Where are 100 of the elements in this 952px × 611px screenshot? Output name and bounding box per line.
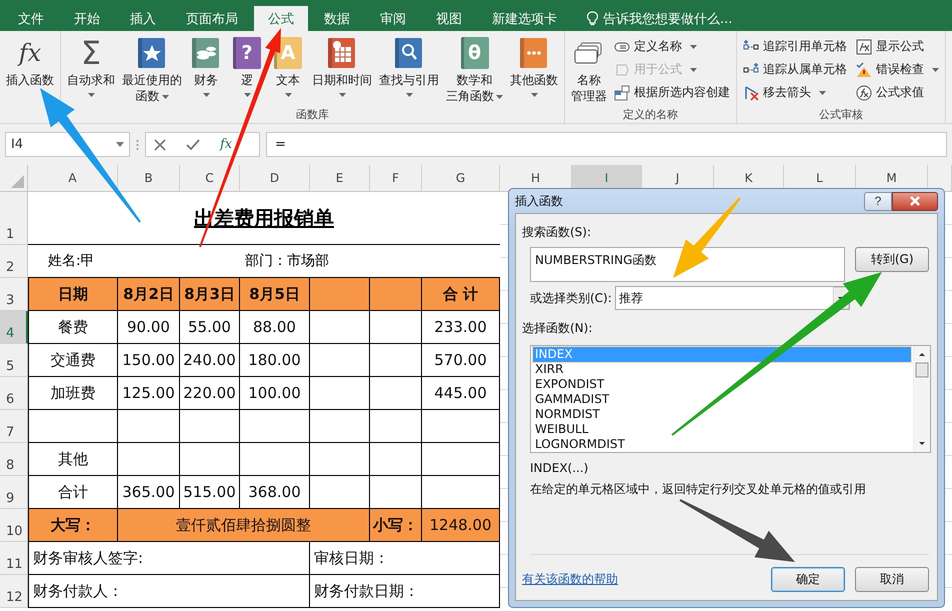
function-list[interactable]: INDEX XIRR EXPONDIST GAMMADIST NORMDIST WEIBULL LOGNORMDIST [530,345,931,453]
column-header[interactable]: C [180,165,240,192]
row-header[interactable]: 7 [0,410,28,443]
ribbon-tab[interactable]: 公式 [254,6,308,31]
department-text: 部门：市场部 [245,252,329,270]
column-header[interactable]: E [310,165,370,192]
ribbon-button[interactable]: 追踪引用单元格 [740,35,850,58]
ribbon-button[interactable]: 名称 管理器 [568,35,610,107]
empty-cell [118,443,180,476]
table-cell: 8月5日 [240,278,310,311]
ribbon-tab[interactable]: 文件 [4,6,58,31]
formula-field[interactable]: = [266,132,947,157]
ribbon-tab[interactable]: 数据 [310,6,364,31]
insert-function-button[interactable]: fx [220,137,232,152]
ribbon-button[interactable]: ? 逻 [227,35,267,107]
row-header[interactable]: 5 [0,344,28,377]
name-text: 姓名:甲 [48,252,95,270]
column-header[interactable]: G [422,165,500,192]
list-item[interactable]: LOGNORMDIST [533,437,911,452]
list-item[interactable]: XIRR [533,362,911,377]
formula-sheet-icon [856,38,872,54]
column-header[interactable]: A [28,165,118,192]
check-icon[interactable] [186,138,200,150]
empty-cell [310,410,370,443]
ribbon-tab[interactable]: 页面布局 [172,6,252,31]
empty-cell [370,311,422,344]
ribbon-tab[interactable]: 审阅 [366,6,420,31]
table-cell: 90.00 [118,311,180,344]
table-cell: 240.00 [180,344,240,377]
row-header[interactable]: 12 [0,575,28,608]
ribbon-button[interactable]: 移去箭头 [740,81,850,104]
ribbon-button[interactable]: 错误检查 [853,58,942,81]
ribbon-button[interactable]: 根据所选内容创建 [611,81,733,104]
help-link[interactable]: 有关该函数的帮助 [522,572,618,586]
empty-cell [310,443,370,476]
row-header[interactable]: 3 [0,278,28,311]
ribbon-button[interactable]: fx 插入函数 [3,35,57,107]
caret-icon [116,142,124,147]
lightbulb-icon [587,11,598,26]
list-item[interactable]: EXPONDIST [533,377,911,392]
ribbon-button[interactable]: 显示公式 [853,35,942,58]
row-header[interactable]: 1 [0,192,28,245]
ribbon-button[interactable]: 追踪从属单元格 [740,58,850,81]
list-item[interactable]: NORMDIST [533,407,911,422]
ok-button[interactable]: 确定 [771,567,845,592]
ribbon-button[interactable]: 日期和时间 [309,35,375,107]
ribbon-button[interactable]: 财务 [186,35,226,107]
ribbon-button[interactable]: 公式求值 [853,81,942,104]
category-dropdown[interactable]: 推荐 [614,286,850,310]
ribbon-tab[interactable]: 新建选项卡 [478,6,571,31]
list-item[interactable]: GAMMADIST [533,392,911,407]
drag-handle-icon[interactable] [136,138,139,150]
warning-check-icon [856,62,872,78]
grid-icon [614,84,630,100]
column-header[interactable]: B [118,165,180,192]
ribbon-button[interactable]: θ 数学和 三角函数 [443,35,506,107]
name-box[interactable]: I4 [5,132,130,157]
ribbon-button[interactable]: 最近使用的 函数 [119,35,185,107]
close-icon [909,196,921,206]
row-header[interactable]: 2 [0,245,28,278]
cancel-button[interactable]: 取消 [855,567,929,592]
empty-cell [370,377,422,410]
empty-cell [240,410,310,443]
search-field[interactable]: NUMBERSTRING函数 [530,247,846,282]
empty-cell [310,344,370,377]
ribbon-button[interactable]: 查找与引用 [376,35,442,107]
ribbon-tab[interactable]: 开始 [60,6,114,31]
row-header[interactable]: 6 [0,377,28,410]
scrollbar[interactable] [913,346,930,452]
ribbon-tab[interactable]: 视图 [422,6,476,31]
row-header[interactable]: 9 [0,476,28,509]
field-label: 或选择类别(C): [530,290,612,306]
search-field[interactable]: 告诉我您想要做什么... [603,10,732,28]
go-button[interactable]: 转到(G) [855,247,929,272]
table-cell: 233.00 [422,311,500,344]
row-header[interactable]: 4 [0,311,28,344]
ribbon-button[interactable]: 其他函数 [507,35,561,107]
ribbon-button[interactable]: 定义名称 [611,35,733,58]
empty-cell [370,443,422,476]
field-label: 搜索函数(S): [522,224,592,241]
group-label: 定义的名称 [623,108,678,121]
table-cell: 其他 [28,443,118,476]
table-cell: 8月3日 [180,278,240,311]
ribbon-button[interactable]: Σ 自动求和 [64,35,118,107]
table-cell: 445.00 [422,377,500,410]
row-header[interactable]: 11 [0,542,28,575]
cancel-icon[interactable] [154,138,166,150]
help-button[interactable]: ? [864,192,892,210]
column-header[interactable]: D [240,165,310,192]
row-header[interactable]: 10 [0,509,28,542]
table-cell: 审核日期： [310,542,500,575]
close-button[interactable] [892,192,938,210]
column-header[interactable]: F [370,165,422,192]
list-item[interactable]: WEIBULL [533,422,911,437]
table-cell: 1248.00 [422,509,500,542]
star-book-icon [137,37,167,69]
table-cell: 150.00 [118,344,180,377]
ribbon-tab[interactable]: 插入 [116,6,170,31]
row-header[interactable]: 8 [0,443,28,476]
table-cell: 180.00 [240,344,310,377]
